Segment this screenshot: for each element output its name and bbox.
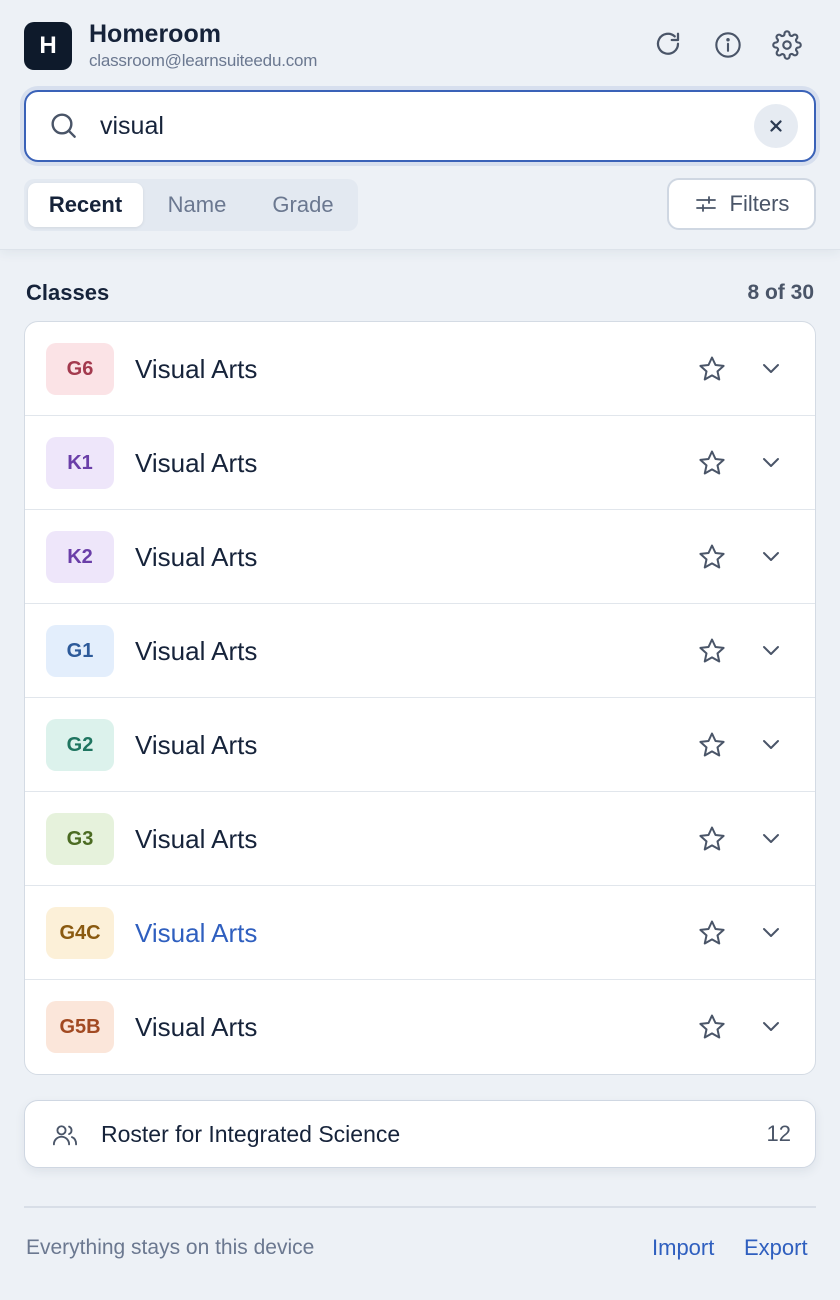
star-icon[interactable] bbox=[697, 1012, 729, 1044]
grade-badge: G4C bbox=[46, 907, 114, 959]
roster-label: Roster for Integrated Science bbox=[101, 1121, 401, 1147]
star-icon[interactable] bbox=[697, 918, 729, 950]
chevron-down-icon[interactable] bbox=[759, 826, 787, 854]
sliders-icon bbox=[695, 196, 716, 212]
class-row[interactable]: G6 Visual Arts bbox=[25, 322, 815, 416]
roster-count: 12 bbox=[766, 1121, 791, 1146]
results-count: 8 of 30 bbox=[747, 281, 814, 304]
close-icon bbox=[770, 120, 782, 132]
grade-badge: G1 bbox=[46, 625, 114, 677]
search-icon bbox=[48, 110, 80, 142]
chevron-down-icon[interactable] bbox=[759, 638, 787, 666]
roster-button[interactable]: Roster for Integrated Science 12 bbox=[24, 1100, 816, 1168]
users-icon bbox=[51, 1121, 79, 1149]
gear-icon[interactable] bbox=[770, 28, 804, 62]
chevron-down-icon[interactable] bbox=[759, 732, 787, 760]
class-row[interactable]: K2 Visual Arts bbox=[25, 510, 815, 604]
chevron-down-icon[interactable] bbox=[759, 920, 787, 948]
export-link[interactable]: Export bbox=[744, 1235, 808, 1261]
filters-label: Filters bbox=[729, 191, 790, 216]
class-name: Visual Arts bbox=[135, 542, 258, 572]
grade-badge: G3 bbox=[46, 813, 114, 865]
tab-name[interactable]: Name bbox=[146, 183, 248, 227]
tab-grade[interactable]: Grade bbox=[252, 183, 354, 227]
class-row[interactable]: G5B Visual Arts bbox=[25, 980, 815, 1074]
sort-segmented-control: Recent Name Grade bbox=[24, 179, 358, 231]
app-header: H Homeroom classroom@learnsuiteedu.com v… bbox=[0, 0, 840, 250]
star-icon[interactable] bbox=[697, 542, 729, 574]
class-name: Visual Arts bbox=[135, 824, 258, 854]
clear-search-button[interactable] bbox=[754, 104, 798, 148]
class-row[interactable]: G1 Visual Arts bbox=[25, 604, 815, 698]
app-logo: H bbox=[24, 22, 72, 70]
filters-button[interactable]: Filters bbox=[667, 178, 816, 230]
import-link[interactable]: Import bbox=[652, 1235, 714, 1261]
class-row[interactable]: K1 Visual Arts bbox=[25, 416, 815, 510]
class-name: Visual Arts bbox=[135, 1012, 258, 1042]
class-row[interactable]: G3 Visual Arts bbox=[25, 792, 815, 886]
star-icon[interactable] bbox=[697, 354, 729, 386]
class-row[interactable]: G2 Visual Arts bbox=[25, 698, 815, 792]
class-name: Visual Arts bbox=[135, 730, 258, 760]
search-input[interactable] bbox=[100, 106, 740, 146]
class-name: Visual Arts bbox=[135, 448, 258, 478]
star-icon[interactable] bbox=[697, 730, 729, 762]
class-list: G6 Visual Arts K1 Visual Arts K2 Visual Arts G… bbox=[24, 321, 816, 1075]
star-icon[interactable] bbox=[697, 448, 729, 480]
star-icon[interactable] bbox=[697, 824, 729, 856]
refresh-icon[interactable] bbox=[651, 28, 685, 62]
chevron-down-icon[interactable] bbox=[759, 1014, 787, 1042]
star-icon[interactable] bbox=[697, 636, 729, 668]
app-title: Homeroom bbox=[89, 20, 221, 48]
privacy-note: Everything stays on this device bbox=[26, 1236, 315, 1259]
chevron-down-icon[interactable] bbox=[759, 356, 787, 384]
grade-badge: G5B bbox=[46, 1001, 114, 1053]
chevron-down-icon[interactable] bbox=[759, 544, 787, 572]
tab-recent[interactable]: Recent bbox=[28, 183, 143, 227]
search-box bbox=[24, 90, 816, 162]
class-name: Visual Arts bbox=[135, 918, 258, 948]
account-email: classroom@learnsuiteedu.com bbox=[89, 51, 318, 70]
class-row[interactable]: G4C Visual Arts bbox=[25, 886, 815, 980]
grade-badge: G6 bbox=[46, 343, 114, 395]
footer-divider bbox=[24, 1206, 816, 1208]
class-name: Visual Arts bbox=[135, 354, 258, 384]
grade-badge: G2 bbox=[46, 719, 114, 771]
grade-badge: K1 bbox=[46, 437, 114, 489]
grade-badge: K2 bbox=[46, 531, 114, 583]
class-name: Visual Arts bbox=[135, 636, 258, 666]
info-icon[interactable] bbox=[711, 28, 745, 62]
chevron-down-icon[interactable] bbox=[759, 450, 787, 478]
section-title: Classes bbox=[26, 280, 110, 305]
